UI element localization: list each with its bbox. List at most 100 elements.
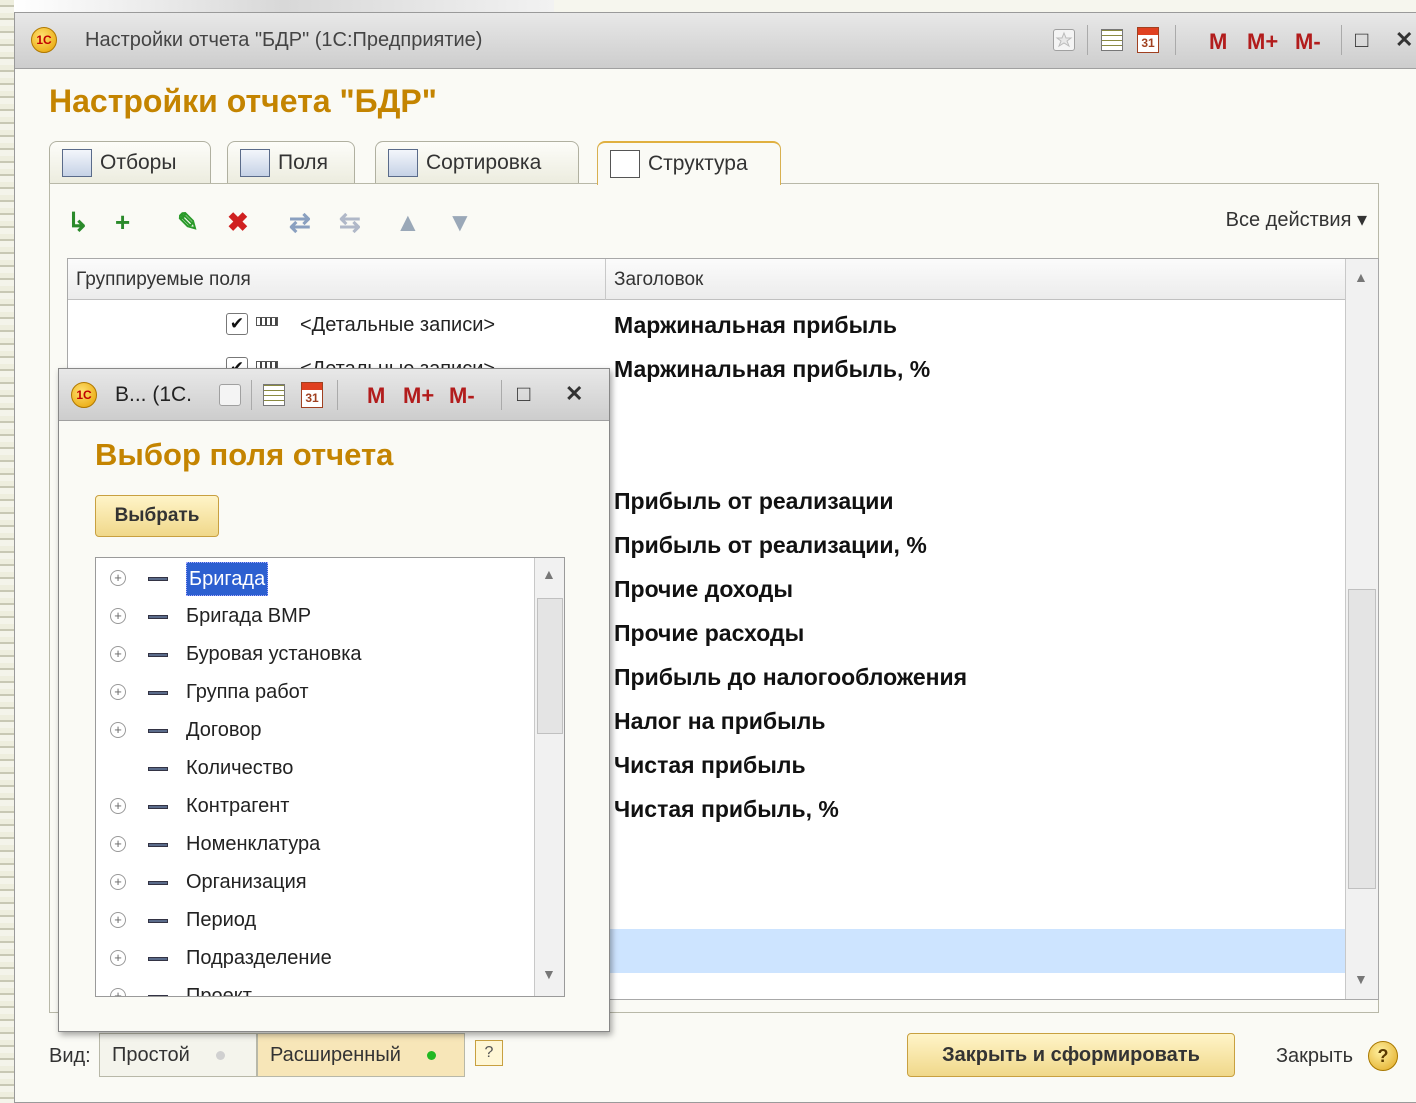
row-caption: Чистая прибыль [614, 752, 806, 778]
memory-m-button[interactable]: M [1209, 29, 1227, 55]
row-caption: Прибыль от реализации [614, 488, 894, 514]
field-icon [148, 767, 168, 771]
column-header-caption[interactable]: Заголовок [606, 259, 1346, 300]
background-window-edge [14, 0, 554, 12]
memory-m-minus-button[interactable]: M- [449, 383, 475, 409]
all-actions-menu[interactable]: Все действия ▾ [1226, 207, 1367, 232]
calculator-icon[interactable] [1101, 29, 1123, 51]
row-caption: Прочие доходы [614, 576, 794, 602]
tab-fields[interactable]: Поля [227, 141, 355, 183]
tree-item[interactable]: + Организация [96, 863, 532, 901]
tab-structure[interactable]: Структура [597, 141, 781, 185]
edit-pencil-icon[interactable]: ✎ [177, 205, 199, 239]
expand-plus-icon[interactable]: + [110, 912, 126, 928]
expand-plus-icon[interactable]: + [110, 988, 126, 996]
expand-plus-icon[interactable]: + [110, 798, 126, 814]
scroll-thumb[interactable] [537, 598, 563, 734]
grid-header: Группируемые поля Заголовок [68, 259, 1378, 300]
group-icon[interactable]: ⇄ [289, 205, 311, 239]
close-and-generate-button[interactable]: Закрыть и сформировать [907, 1033, 1235, 1077]
tree-item-label: Группа работ [186, 681, 309, 703]
column-header-group-fields[interactable]: Группируемые поля [68, 259, 606, 300]
field-icon [148, 805, 168, 809]
form-title: Настройки отчета "БДР" [49, 83, 437, 119]
add-child-group-icon[interactable]: + [115, 205, 130, 239]
expand-plus-icon[interactable]: + [110, 608, 126, 624]
delete-x-icon[interactable]: ✖ [227, 205, 249, 239]
scroll-down-icon[interactable]: ▼ [1354, 971, 1368, 987]
tab-label: Отборы [100, 150, 177, 174]
scroll-thumb[interactable] [1348, 589, 1376, 889]
scroll-down-icon[interactable]: ▼ [542, 966, 556, 982]
tab-filters[interactable]: Отборы [49, 141, 211, 183]
field-icon [148, 729, 168, 733]
expand-plus-icon[interactable]: + [110, 570, 126, 586]
ungroup-icon[interactable]: ⇆ [339, 205, 361, 239]
tree-item[interactable]: + Проект [96, 977, 532, 996]
radio-dot-icon [215, 1050, 225, 1060]
close-button[interactable]: Закрыть [1276, 1045, 1353, 1068]
detail-records-icon [256, 317, 278, 326]
tree-item[interactable]: + Контрагент [96, 787, 532, 825]
tree-item[interactable]: + Группа работ [96, 673, 532, 711]
memory-m-plus-button[interactable]: M+ [1247, 29, 1278, 55]
expand-plus-icon[interactable]: + [110, 836, 126, 852]
tree-item-label: Контрагент [186, 795, 290, 817]
select-button[interactable]: Выбрать [95, 495, 219, 537]
tree-item[interactable]: + Бригада [96, 559, 532, 597]
tree-item[interactable]: Количество [96, 749, 532, 787]
expand-plus-icon[interactable]: + [110, 684, 126, 700]
expand-plus-icon[interactable]: + [110, 950, 126, 966]
tab-label: Поля [278, 150, 328, 174]
expand-plus-icon[interactable]: + [110, 646, 126, 662]
view-extended-button[interactable]: Расширенный [257, 1033, 465, 1077]
grid-scrollbar[interactable]: ▲ ▼ [1345, 259, 1378, 999]
add-group-icon[interactable]: ↳ [67, 205, 89, 239]
scroll-up-icon[interactable]: ▲ [542, 566, 556, 582]
memory-m-plus-button[interactable]: M+ [403, 383, 434, 409]
tree-item[interactable]: + Договор [96, 711, 532, 749]
close-icon[interactable]: ✕ [1395, 27, 1413, 53]
view-help-icon[interactable]: ? [475, 1040, 503, 1066]
table-row[interactable]: ✔ <Детальные записи> Маржинальная прибыл… [68, 303, 1346, 347]
memory-m-minus-button[interactable]: M- [1295, 29, 1321, 55]
field-icon [148, 843, 168, 847]
maximize-icon[interactable]: □ [517, 381, 530, 407]
calendar-icon[interactable]: 31 [301, 382, 323, 408]
expand-plus-icon[interactable]: + [110, 722, 126, 738]
tree-item[interactable]: + Бригада ВМР [96, 597, 532, 635]
favorite-star-icon[interactable] [219, 384, 241, 406]
tree-item[interactable]: + Номенклатура [96, 825, 532, 863]
tree-item[interactable]: + Период [96, 901, 532, 939]
tree-item[interactable]: + Буровая установка [96, 635, 532, 673]
view-extended-label: Расширенный [270, 1043, 401, 1066]
close-icon[interactable]: ✕ [565, 381, 583, 407]
tree-item-label: Бригада ВМР [186, 605, 312, 627]
maximize-icon[interactable]: □ [1355, 27, 1368, 53]
expand-plus-icon[interactable]: + [110, 874, 126, 890]
row-caption: Маржинальная прибыль [614, 312, 898, 338]
memory-m-button[interactable]: M [367, 383, 385, 409]
row-checkbox[interactable]: ✔ [226, 313, 248, 335]
structure-tree-icon [610, 150, 640, 178]
structure-toolbar: ↳ + ✎ ✖ ⇄ ⇆ ▲ ▼ Все действия ▾ [67, 203, 1367, 243]
row-field: <Детальные записи> [300, 314, 496, 336]
sort-icon [388, 148, 418, 177]
tree-item-label: Количество [186, 757, 294, 779]
row-caption: Прочие расходы [614, 620, 805, 646]
move-down-icon[interactable]: ▼ [447, 205, 473, 239]
tree-scrollbar[interactable]: ▲ ▼ [534, 558, 564, 996]
favorite-star-icon[interactable] [1053, 29, 1075, 51]
view-simple-button[interactable]: Простой [99, 1033, 257, 1077]
help-icon[interactable]: ? [1368, 1041, 1398, 1071]
calendar-icon[interactable]: 31 [1137, 27, 1159, 53]
tree-item-label: Подразделение [186, 947, 332, 969]
tree-item[interactable]: + Подразделение [96, 939, 532, 977]
bottom-bar: Вид: Простой Расширенный ? Закрыть и сфо… [15, 1033, 1416, 1083]
scroll-up-icon[interactable]: ▲ [1354, 269, 1368, 285]
view-label: Вид: [49, 1045, 91, 1067]
field-icon [148, 957, 168, 961]
move-up-icon[interactable]: ▲ [395, 205, 421, 239]
tab-sort[interactable]: Сортировка [375, 141, 579, 183]
calculator-icon[interactable] [263, 384, 285, 406]
